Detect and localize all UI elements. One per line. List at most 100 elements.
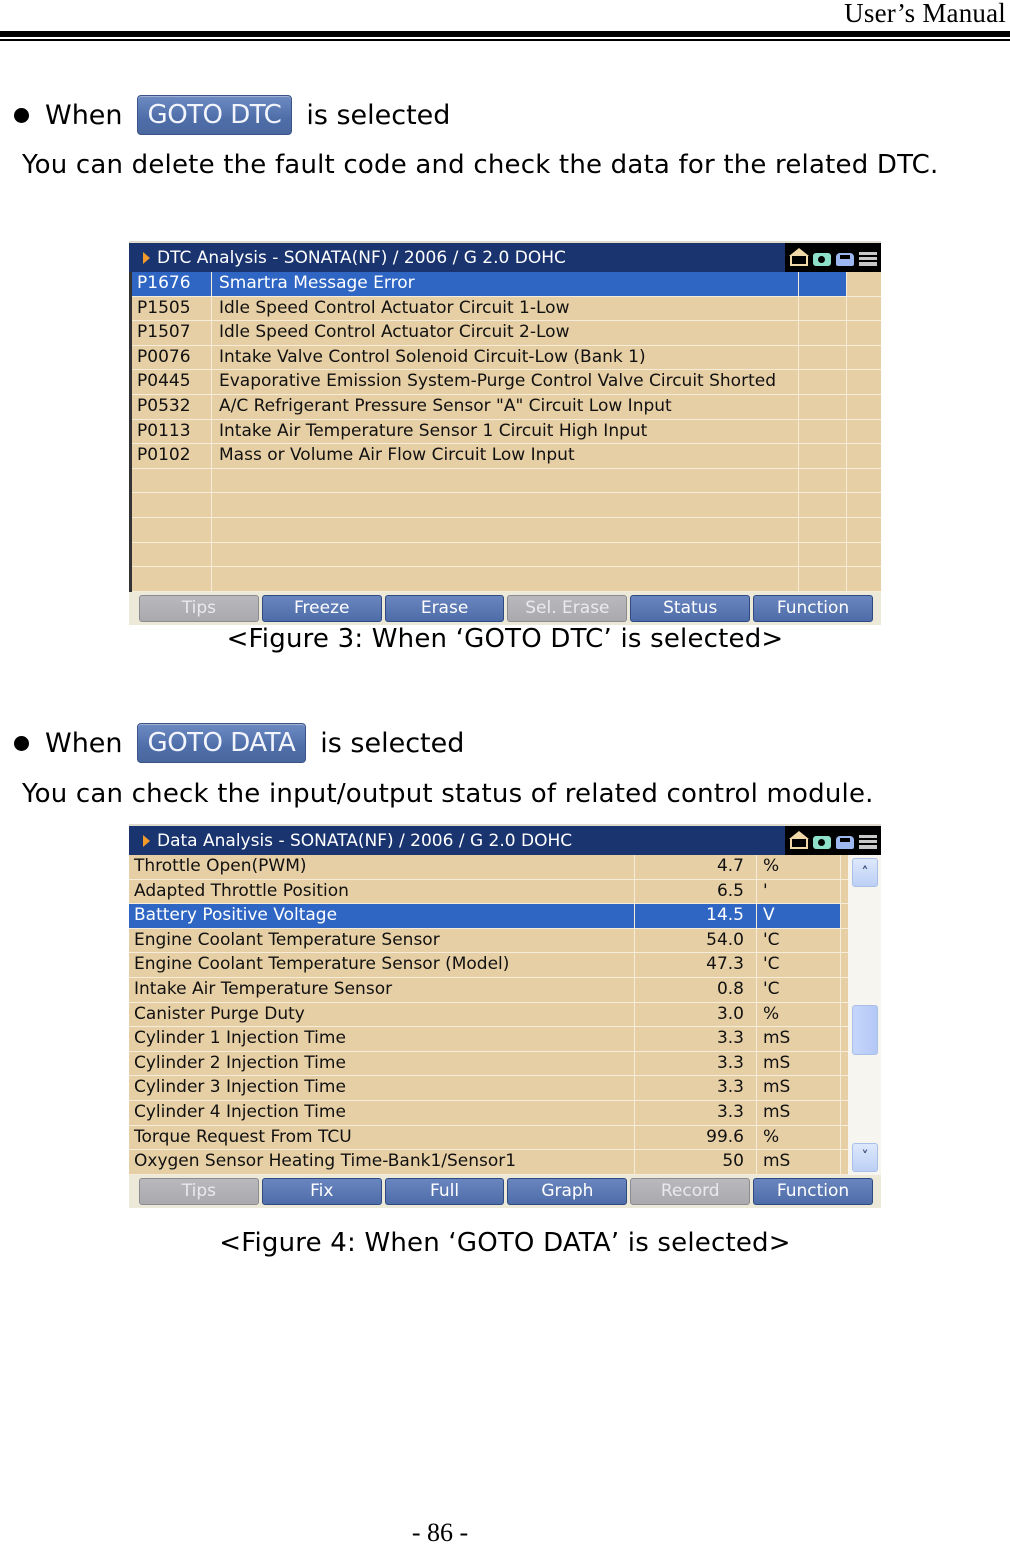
parameter-unit: V <box>757 904 841 928</box>
dtc-status-cell <box>799 394 847 419</box>
home-icon[interactable] <box>788 247 809 266</box>
dtc-description <box>212 517 799 542</box>
data-row[interactable]: Oxygen Sensor Heating Time-Bank1/Sensor1… <box>129 1150 881 1175</box>
parameter-name: Cylinder 3 Injection Time <box>129 1076 635 1100</box>
dtc-code: P1505 <box>132 296 212 321</box>
data-function-bar: Tips Fix Full Graph Record Function <box>129 1174 881 1208</box>
dtc-row[interactable] <box>132 567 881 592</box>
data-list: Throttle Open(PWM) 4.7% Adapted Throttle P… <box>129 855 881 1175</box>
parameter-value: 3.3 <box>635 1076 757 1100</box>
full-button[interactable]: Full <box>384 1177 505 1205</box>
camera-icon[interactable] <box>812 835 831 849</box>
camera-icon[interactable] <box>812 252 831 266</box>
dtc-row[interactable]: P1505 Idle Speed Control Actuator Circuit… <box>132 296 881 322</box>
data-row[interactable]: Throttle Open(PWM) 4.7% <box>129 855 881 880</box>
dtc-row[interactable]: P0076 Intake Valve Control Solenoid Circu… <box>132 345 881 371</box>
data-row[interactable]: Battery Positive Voltage 14.5 V <box>129 904 881 929</box>
bullet-lead-text: When <box>45 99 123 131</box>
dtc-extra-cell <box>847 469 881 493</box>
home-icon[interactable] <box>788 830 809 849</box>
header-rule-thick <box>0 31 1010 37</box>
parameter-value: 50 <box>635 1150 757 1174</box>
menu-icon[interactable] <box>858 251 877 266</box>
parameter-value: 3.3 <box>635 1100 757 1125</box>
car-icon[interactable] <box>835 835 854 849</box>
data-row[interactable]: Intake Air Temperature Sensor 0.8 'C <box>129 977 881 1003</box>
data-row[interactable]: Cylinder 3 Injection Time 3.3 mS <box>129 1076 881 1101</box>
data-list-scrollbar[interactable]: ˄ ˅ <box>848 855 881 1175</box>
dtc-extra-cell <box>847 543 881 567</box>
parameter-value: 0.8 <box>635 977 757 1002</box>
status-button[interactable]: Status <box>630 594 751 622</box>
dtc-description <box>212 493 799 517</box>
data-titlebar: Data Analysis - SONATA(NF) / 2006 / G 2.… <box>129 824 881 855</box>
scroll-up-button[interactable]: ˄ <box>852 858 878 887</box>
scrollbar-thumb[interactable] <box>852 1004 878 1055</box>
dtc-status-cell <box>799 468 847 493</box>
dtc-code <box>132 468 212 493</box>
parameter-unit: mS <box>757 1051 841 1076</box>
fix-button[interactable]: Fix <box>261 1177 382 1205</box>
dtc-row[interactable]: P1507 Idle Speed Control Actuator Circuit… <box>132 321 881 346</box>
bullet-lead-text: When <box>45 727 123 759</box>
dtc-extra-cell <box>847 444 881 468</box>
data-analysis-screen: Data Analysis - SONATA(NF) / 2006 / G 2.… <box>129 824 881 1208</box>
function-button[interactable]: Function <box>753 1177 873 1205</box>
dtc-row[interactable]: P0532 A/C Refrigerant Pressure Sensor "A"… <box>132 394 881 420</box>
parameter-unit: % <box>757 1125 841 1150</box>
parameter-value: 3.0 <box>635 1002 757 1027</box>
parameter-value: 3.3 <box>635 1051 757 1076</box>
dtc-row[interactable] <box>132 517 881 543</box>
title-arrow-icon <box>143 251 150 264</box>
data-row[interactable]: Cylinder 2 Injection Time 3.3 mS <box>129 1051 881 1077</box>
function-button[interactable]: Function <box>753 594 873 622</box>
dtc-description: Mass or Volume Air Flow Circuit Low Inpu… <box>212 444 799 468</box>
figure-3-caption: <Figure 3: When ‘GOTO DTC’ is selected> <box>226 624 784 654</box>
menu-icon[interactable] <box>858 834 877 849</box>
dtc-row[interactable]: P0445 Evaporative Emission System-Purge C… <box>132 370 881 395</box>
bullet-goto-data: When GOTO DATA is selected <box>10 723 464 763</box>
dtc-code: P0445 <box>132 370 212 394</box>
dtc-extra-cell <box>847 272 881 296</box>
dtc-status-cell <box>799 272 847 296</box>
dtc-status-cell <box>799 542 847 567</box>
tips-button[interactable]: Tips <box>139 594 259 622</box>
parameter-name: Throttle Open(PWM) <box>129 855 635 879</box>
dtc-extra-cell <box>847 395 881 419</box>
tips-button[interactable]: Tips <box>139 1177 259 1205</box>
dtc-row[interactable]: P0113 Intake Air Temperature Sensor 1 Cir… <box>132 419 881 445</box>
scroll-down-button[interactable]: ˅ <box>852 1142 878 1172</box>
data-row[interactable]: Torque Request From TCU 99.6% <box>129 1125 881 1151</box>
dtc-row[interactable] <box>132 468 881 494</box>
freeze-button[interactable]: Freeze <box>261 594 382 622</box>
dtc-extra-cell <box>847 493 881 517</box>
dtc-row[interactable] <box>132 542 881 568</box>
dtc-code <box>132 517 212 542</box>
dtc-status-cell <box>799 296 847 321</box>
dtc-analysis-screen: DTC Analysis - SONATA(NF) / 2006 / G 2.0… <box>129 241 881 625</box>
bullet-trail-text: is selected <box>306 99 451 131</box>
dtc-extra-cell <box>847 370 881 394</box>
data-row[interactable]: Cylinder 4 Injection Time 3.3 mS <box>129 1100 881 1126</box>
parameter-unit: 'C <box>757 953 841 977</box>
dtc-row[interactable]: P1676 Smartra Message Error <box>132 272 881 297</box>
parameter-unit: 'C <box>757 977 841 1002</box>
graph-button[interactable]: Graph <box>507 1177 628 1205</box>
car-icon[interactable] <box>835 252 854 266</box>
data-row[interactable]: Canister Purge Duty 3.0% <box>129 1002 881 1028</box>
dtc-row[interactable]: P0102 Mass or Volume Air Flow Circuit Low… <box>132 444 881 469</box>
dtc-status-cell <box>799 345 847 370</box>
data-row[interactable]: Adapted Throttle Position 6.5 ' <box>129 879 881 905</box>
data-row[interactable]: Engine Coolant Temperature Sensor 54.0 'C <box>129 928 881 954</box>
data-row[interactable]: Cylinder 1 Injection Time 3.3 mS <box>129 1027 881 1052</box>
data-row[interactable]: Engine Coolant Temperature Sensor (Model… <box>129 953 881 978</box>
chevron-down-icon: ˅ <box>861 1149 869 1166</box>
dtc-code: P0532 <box>132 394 212 419</box>
dtc-extra-cell <box>847 420 881 444</box>
sel-erase-button[interactable]: Sel. Erase <box>507 594 628 622</box>
dtc-description: Intake Valve Control Solenoid Circuit-Lo… <box>212 345 799 370</box>
parameter-name: Engine Coolant Temperature Sensor <box>129 928 635 953</box>
dtc-row[interactable] <box>132 493 881 518</box>
erase-button[interactable]: Erase <box>384 594 505 622</box>
record-button[interactable]: Record <box>630 1177 751 1205</box>
